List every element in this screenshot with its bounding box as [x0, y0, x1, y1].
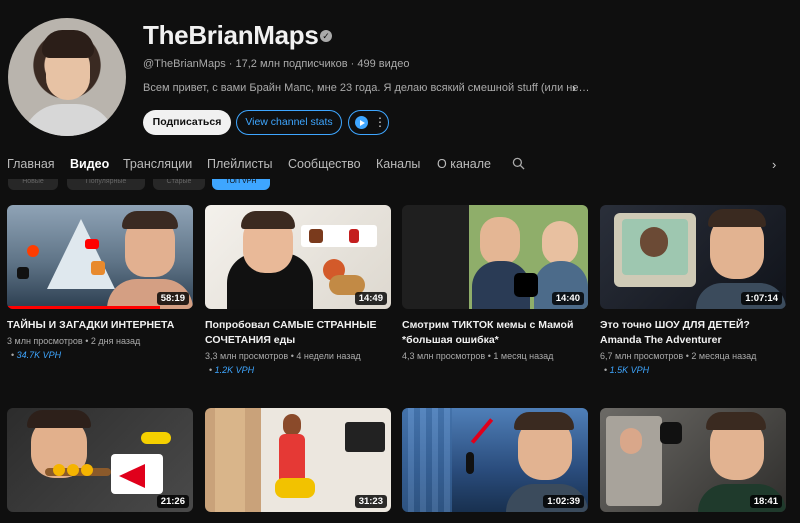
vph-badge: 1.2K VPH — [205, 363, 391, 377]
video-thumbnail[interactable]: 58:19 — [7, 205, 193, 309]
chevron-right-icon[interactable]: › — [772, 157, 776, 172]
video-stats: 3,3 млн просмотров • 4 недели назад — [205, 351, 361, 361]
video-stats: 4,3 млн просмотров • 1 месяц назад — [402, 351, 554, 361]
chip-old[interactable]: Старые — [153, 179, 205, 190]
view-channel-stats-button[interactable]: View channel stats — [236, 110, 342, 135]
video-thumbnail[interactable]: 18:41 — [600, 408, 786, 512]
subscriber-count: 17,2 млн подписчиков — [235, 58, 348, 70]
video-duration: 1:07:14 — [741, 292, 782, 305]
video-duration: 58:19 — [156, 292, 189, 305]
chip-top-vph[interactable]: ТОП VPH — [212, 179, 270, 190]
video-thumbnail[interactable]: 31:23 — [205, 408, 391, 512]
video-stats: 6,7 млн просмотров • 2 месяца назад — [600, 351, 757, 361]
search-icon[interactable] — [512, 157, 525, 170]
video-card[interactable]: 31:23 — [205, 408, 391, 512]
video-thumbnail[interactable]: 1:02:39 — [402, 408, 588, 512]
vph-badge: 1.5K VPH — [600, 363, 786, 377]
watch-progress — [7, 306, 160, 309]
video-title[interactable]: Смотрим ТИКТОК мемы с Мамой *большая оши… — [402, 318, 588, 348]
channel-avatar[interactable] — [8, 18, 126, 136]
video-duration: 1:02:39 — [543, 495, 584, 508]
video-duration: 14:40 — [551, 292, 584, 305]
video-duration: 18:41 — [749, 495, 782, 508]
video-card[interactable]: 14:40 Смотрим ТИКТОК мемы с Мамой *больш… — [402, 205, 588, 363]
channel-handle: @TheBrianMaps — [143, 58, 226, 70]
tab-playlists[interactable]: Плейлисты — [207, 157, 272, 171]
channel-name: TheBrianMaps — [143, 20, 319, 50]
video-thumbnail[interactable]: 21:26 — [7, 408, 193, 512]
video-card[interactable]: 21:26 — [7, 408, 193, 512]
play-icon — [355, 116, 368, 129]
tab-videos[interactable]: Видео — [70, 157, 109, 171]
chevron-right-icon[interactable]: › — [572, 81, 576, 95]
video-card[interactable]: 58:19 ТАЙНЫ И ЗАГАДКИ ИНТЕРНЕТА 3 млн пр… — [7, 205, 193, 362]
video-duration: 14:49 — [354, 292, 387, 305]
video-title[interactable]: ТАЙНЫ И ЗАГАДКИ ИНТЕРНЕТА — [7, 318, 193, 333]
video-title[interactable]: Попробовал САМЫЕ СТРАННЫЕ СОЧЕТАНИЯ еды — [205, 318, 391, 348]
video-duration: 31:23 — [354, 495, 387, 508]
video-thumbnail[interactable]: 14:40 — [402, 205, 588, 309]
video-thumbnail[interactable]: 14:49 — [205, 205, 391, 309]
subscribe-button[interactable]: Подписаться — [143, 110, 231, 135]
tab-home[interactable]: Главная — [7, 157, 55, 171]
video-card[interactable]: 18:41 — [600, 408, 786, 512]
video-card[interactable]: 1:02:39 — [402, 408, 588, 512]
channel-tabs: Главная Видео Трансляции Плейлисты Сообщ… — [0, 150, 800, 180]
verified-check-icon: ✓ — [320, 30, 332, 42]
video-thumbnail[interactable]: 1:07:14 — [600, 205, 786, 309]
more-dots-icon[interactable]: ⋮ — [374, 114, 386, 130]
chip-popular[interactable]: Популярные — [67, 179, 145, 190]
video-title[interactable]: Это точно ШОУ ДЛЯ ДЕТЕЙ? Amanda The Adve… — [600, 318, 786, 348]
tab-community[interactable]: Сообщество — [288, 157, 361, 171]
video-card[interactable]: 1:07:14 Это точно ШОУ ДЛЯ ДЕТЕЙ? Amanda … — [600, 205, 786, 377]
chip-new[interactable]: Новые — [8, 179, 58, 190]
tab-channels[interactable]: Каналы — [376, 157, 420, 171]
video-stats: 3 млн просмотров • 2 дня назад — [7, 336, 141, 346]
video-card[interactable]: 14:49 Попробовал САМЫЕ СТРАННЫЕ СОЧЕТАНИ… — [205, 205, 391, 377]
extension-button[interactable]: ⋮ — [348, 110, 389, 135]
video-duration: 21:26 — [156, 495, 189, 508]
tab-about[interactable]: О канале — [437, 157, 491, 171]
channel-meta: @TheBrianMaps · 17,2 млн подписчиков · 4… — [143, 58, 410, 70]
video-count: 499 видео — [357, 58, 410, 70]
tab-streams[interactable]: Трансляции — [123, 157, 192, 171]
vph-badge: 34.7K VPH — [7, 348, 193, 362]
channel-description[interactable]: Всем привет, с вами Брайн Мапс, мне 23 г… — [143, 82, 589, 94]
